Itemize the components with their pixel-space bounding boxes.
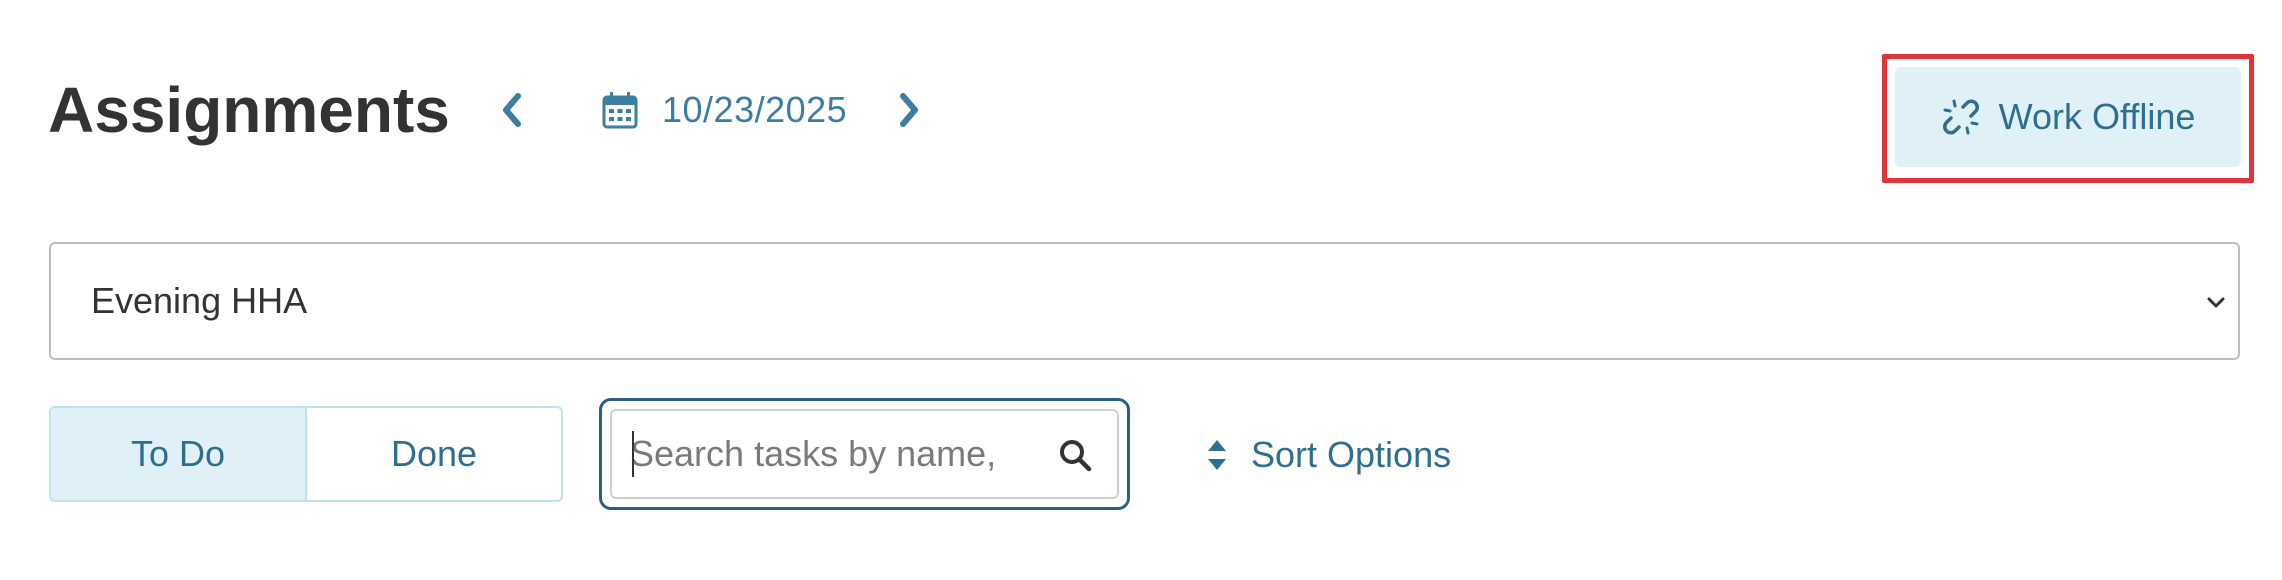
search-box [610,409,1119,499]
sort-options-button[interactable]: Sort Options [1205,425,1451,485]
search-icon[interactable] [1057,437,1093,473]
chevron-right-icon [900,93,919,127]
sort-options-label: Sort Options [1251,434,1452,475]
work-offline-button[interactable]: Work Offline [1895,67,2241,167]
date-navigator: 10/23/2025 [490,80,931,140]
sort-icon [1205,437,1229,473]
calendar-icon [602,91,638,129]
page-title: Assignments [48,74,450,146]
text-caret [632,431,634,477]
select-value: Evening HHA [91,280,308,321]
current-date: 10/23/2025 [662,89,848,130]
chevron-left-icon [503,93,521,127]
chevron-down-icon [2207,297,2225,308]
unlink-icon [1941,97,1981,137]
assignments-page: Assignments 10/23/2025 Work Offline Even… [0,0,2282,580]
date-picker[interactable]: 10/23/2025 [602,89,847,131]
tab-to-do[interactable]: To Do [51,408,307,500]
work-offline-label: Work Offline [1998,96,2196,137]
previous-date-button[interactable] [490,80,534,140]
search-field [599,398,1130,510]
search-input[interactable] [628,432,1032,476]
next-date-button[interactable] [887,80,931,140]
status-toggle: To Do Done [49,406,563,502]
assignment-type-select[interactable]: Evening HHA [49,242,2240,360]
tab-done[interactable]: Done [307,408,561,500]
